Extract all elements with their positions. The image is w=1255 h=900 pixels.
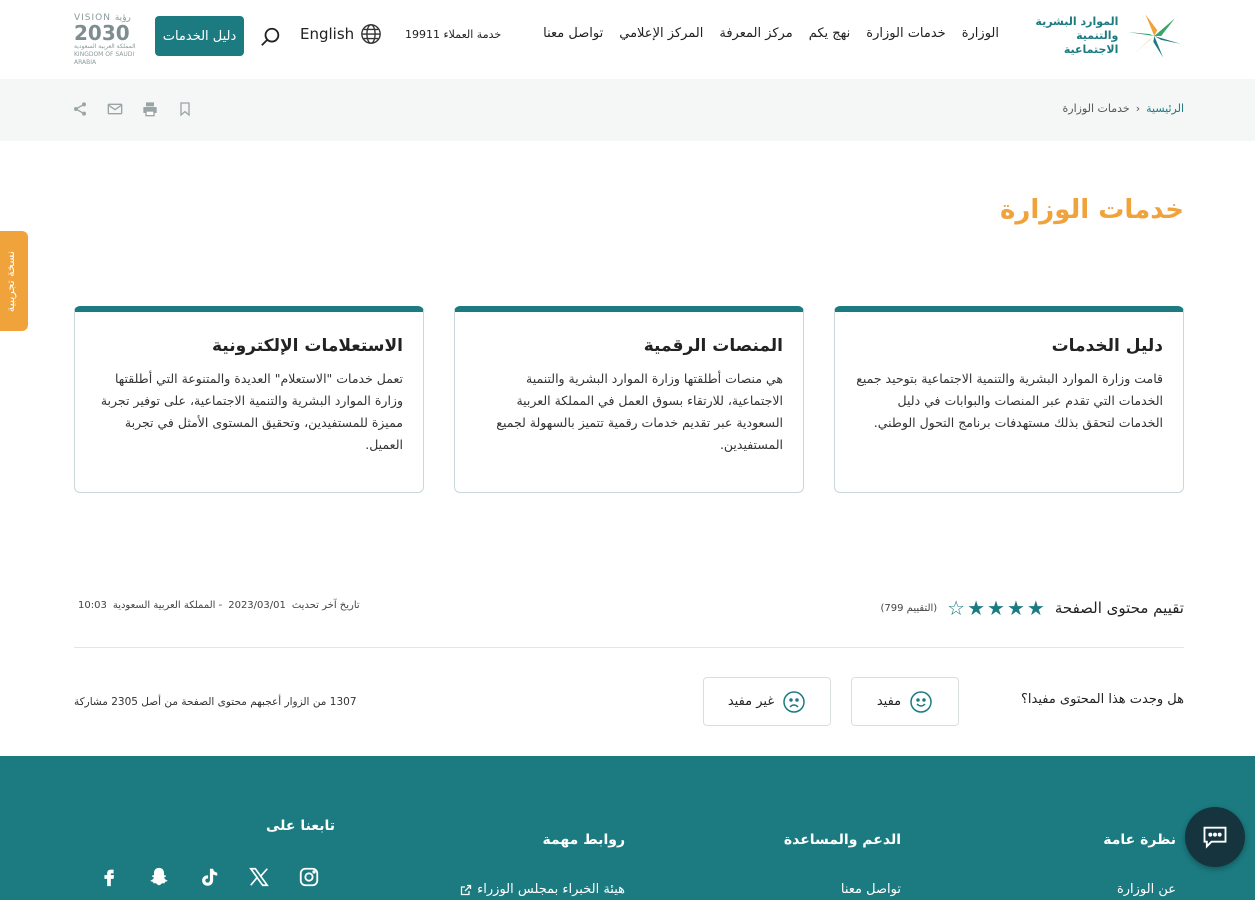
rating-stars[interactable]: ★ ★ ★ ★ ☆ [947,596,1045,620]
share-icon[interactable] [72,101,88,117]
chevron-left-icon: ‹ [1135,102,1141,115]
nav-item-media[interactable]: المركز الإعلامي [619,26,703,41]
search-icon[interactable] [260,26,282,48]
last-updated: تاريخ آخر تحديث 2023/03/01 - المملكة الع… [78,600,360,611]
breadcrumb-bar: الرئيسية ‹ خدمات الوزارة [0,79,1255,141]
site-footer: نظرة عامة عن الوزارة الدعم والمساعدة توا… [0,756,1255,900]
main-nav: الوزارة خدمات الوزارة نهج يكم مركز المعر… [543,26,999,41]
card-services-guide[interactable]: دليل الخدمات قامت وزارة الموارد البشرية … [834,306,1184,493]
divider [74,647,1184,648]
nav-item-approach[interactable]: نهج يكم [809,26,851,41]
sad-face-icon [783,690,805,713]
feedback-question: هل وجدت هذا المحتوى مفيدا؟ [1021,692,1184,707]
footer-link-contact-label: تواصل معنا [840,882,901,897]
external-link-icon [461,884,472,895]
card-title: المنصات الرقمية [643,336,783,356]
last-updated-time: 10:03 [78,600,107,611]
star-empty-icon[interactable]: ☆ [947,596,965,620]
last-updated-zone: - المملكة العربية السعودية [112,600,223,611]
card-text: قامت وزارة الموارد البشرية والتنمية الاج… [856,371,1163,430]
mail-icon[interactable] [107,101,123,117]
vision-year: 2030 [74,21,130,45]
last-updated-date: 2023/03/01 [228,600,286,611]
feedback-stats: 1307 من الزوار أعجبهم محتوى الصفحة من أص… [74,696,357,708]
footer-link-contact[interactable]: تواصل معنا [841,882,901,897]
nav-item-contact[interactable]: تواصل معنا [543,26,603,41]
beta-version-label: نسخة تجريبية [4,251,17,313]
smile-icon [910,690,932,713]
footer-link-about-label: عن الوزارة [1116,882,1176,897]
not-useful-label: غير مفيد [727,694,775,709]
nav-item-services[interactable]: خدمات الوزارة [866,26,945,41]
globe-icon [361,24,382,44]
nav-item-ministry[interactable]: الوزارة [962,26,999,41]
facebook-icon[interactable] [98,866,120,888]
vision-sub-ar: المملكة العربية السعودية [74,43,136,50]
page-title: خدمات الوزارة [1000,195,1184,225]
chat-button[interactable] [1185,807,1245,867]
card-title: دليل الخدمات [1051,336,1163,356]
star-filled-icon[interactable]: ★ [1027,596,1045,620]
card-title: الاستعلامات الإلكترونية [211,336,403,356]
language-switch[interactable]: English [300,23,382,45]
nav-item-knowledge[interactable]: مركز المعرفة [719,26,792,41]
services-guide-button[interactable]: دليل الخدمات [155,16,244,56]
card-text: هي منصات أطلقتها وزارة الموارد البشرية و… [496,371,783,452]
useful-button[interactable]: مفيد [851,677,959,726]
customer-service-hotline[interactable]: خدمة العملاء 19911 [405,28,501,41]
not-useful-button[interactable]: غير مفيد [703,677,831,726]
footer-col-overview-title: نظرة عامة [1103,832,1176,848]
social-links [98,866,320,888]
logo-line-1: الموارد البشرية [1035,15,1119,28]
print-icon[interactable] [142,101,158,117]
ministry-logo-mark-icon [1128,14,1182,58]
star-filled-icon[interactable]: ★ [967,596,985,620]
card-digital-platforms[interactable]: المنصات الرقمية هي منصات أطلقتها وزارة ا… [454,306,804,493]
rating-label: تقييم محتوى الصفحة [1054,599,1184,617]
vision-sub-en: KINGDOM OF SAUDI ARABIA [74,51,135,66]
vision-2030-logo: VISION رؤية 2030 المملكة العربية السعودي… [74,13,138,66]
rating-count: (التقييم 799) [880,602,938,614]
x-icon[interactable] [248,866,270,888]
footer-link-about[interactable]: عن الوزارة [1117,882,1176,897]
star-filled-icon[interactable]: ★ [1007,596,1025,620]
footer-col-support-title: الدعم والمساعدة [783,832,901,848]
ministry-logo[interactable]: الموارد البشرية والتنمية الاجتماعية [1020,10,1185,62]
breadcrumb-current: خدمات الوزارة [1062,102,1130,115]
star-filled-icon[interactable]: ★ [987,596,1005,620]
language-label: English [300,25,355,43]
beta-version-tab[interactable]: نسخة تجريبية [0,231,28,331]
footer-col-links-title: روابط مهمة [542,832,625,848]
card-text: تعمل خدمات "الاستعلام" العديدة والمتنوعة… [100,371,403,452]
snapchat-icon[interactable] [148,866,170,888]
page-rating: تقييم محتوى الصفحة ★ ★ ★ ★ ☆ (التقييم 79… [881,596,1185,620]
page-tools [72,101,193,117]
site-header: الموارد البشرية والتنمية الاجتماعية الوز… [0,0,1255,79]
footer-link-experts[interactable]: هيئة الخبراء بمجلس الوزراء [460,882,625,897]
logo-line-2: والتنمية الاجتماعية [1063,29,1119,56]
breadcrumb: الرئيسية ‹ خدمات الوزارة [1063,102,1185,115]
card-e-inquiries[interactable]: الاستعلامات الإلكترونية تعمل خدمات "الاس… [74,306,424,493]
instagram-icon[interactable] [298,866,320,888]
breadcrumb-home[interactable]: الرئيسية [1146,102,1184,115]
chat-bubble-icon [1203,826,1227,849]
last-updated-label: تاريخ آخر تحديث [291,600,360,611]
footer-link-experts-label: هيئة الخبراء بمجلس الوزراء [477,882,625,897]
useful-label: مفيد [876,694,902,709]
bookmark-icon[interactable] [177,101,193,117]
follow-us-title: تابعنا على [266,818,335,834]
tiktok-icon[interactable] [198,866,220,888]
